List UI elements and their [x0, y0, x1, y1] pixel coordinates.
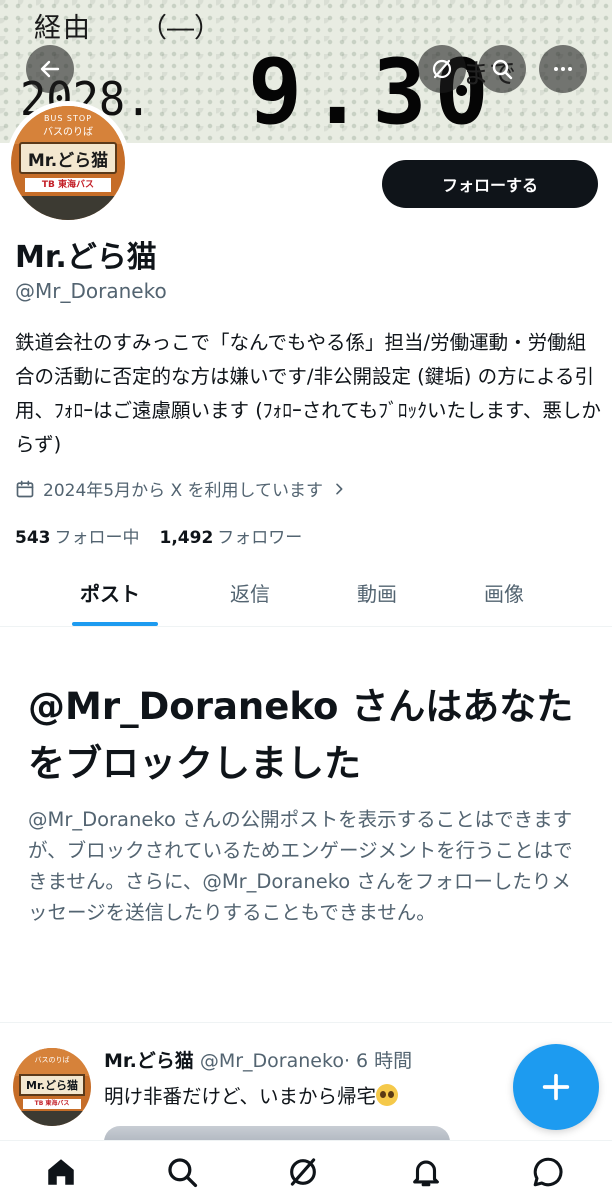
search-icon — [492, 59, 513, 80]
post-header: Mr.どら猫 @Mr_Doraneko· 6 時間 — [104, 1046, 504, 1073]
post-text-content: 明け非番だけど、いまから帰宅 — [104, 1085, 377, 1108]
following-count: 543 — [15, 528, 51, 548]
search-icon[interactable] — [165, 1155, 199, 1189]
avatar-image: BUS STOP バスのりば Mr.どら猫 TB 東海バス — [11, 106, 125, 220]
bottom-nav — [0, 1140, 612, 1200]
banner-route-value: （―） — [140, 13, 221, 44]
tab-posts[interactable]: ポスト — [80, 578, 140, 607]
avatar-background — [11, 196, 125, 220]
grok-icon[interactable] — [286, 1155, 320, 1189]
messages-icon[interactable] — [531, 1155, 565, 1189]
followers-label: フォロワー — [217, 528, 303, 548]
post-author-name[interactable]: Mr.どら猫 — [104, 1050, 194, 1072]
follow-button[interactable]: フォローする — [382, 160, 598, 208]
profile-name: Mr.どら猫 — [15, 240, 157, 275]
avatar-company: TB 東海バス — [25, 178, 111, 192]
arrow-left-icon — [40, 60, 60, 78]
chevron-right-icon — [336, 483, 343, 494]
followers-link[interactable]: 1,492 フォロワー — [160, 523, 303, 548]
home-icon[interactable] — [44, 1155, 78, 1189]
followers-count: 1,492 — [159, 528, 214, 548]
joined-date[interactable]: 2024年5月から X を利用しています — [15, 476, 347, 501]
avatar-sign-name: Mr.どら猫 — [19, 142, 117, 174]
search-button[interactable] — [478, 45, 526, 93]
profile-bio: 鉄道会社のすみっこで「なんでもやる係」担当/労働運動・労働組合の活動に否定的な方… — [15, 331, 601, 456]
post-avatar-background — [13, 1111, 91, 1126]
grok-button[interactable] — [418, 45, 466, 93]
post-avatar[interactable]: バスのりば Mr.どら猫 TB 東海バス — [13, 1048, 91, 1126]
pleading-face-icon — [376, 1084, 399, 1106]
tab-replies[interactable]: 返信 — [230, 578, 270, 607]
blocked-title: @Mr_Doraneko さんはあなたをブロックしました — [28, 685, 574, 785]
following-link[interactable]: 543 フォロー中 — [15, 523, 140, 548]
grok-icon — [432, 59, 452, 79]
follow-stats: 543 フォロー中 1,492 フォロワー — [15, 523, 302, 548]
calendar-icon — [16, 480, 34, 497]
compose-button[interactable] — [513, 1044, 599, 1130]
more-horizontal-icon — [554, 67, 572, 71]
more-button[interactable] — [539, 45, 587, 93]
tab-images[interactable]: 画像 — [484, 578, 524, 607]
following-label: フォロー中 — [54, 528, 140, 548]
post-text: 明け非番だけど、いまから帰宅 — [104, 1080, 399, 1109]
avatar-bus-stop-text: BUS STOP — [43, 114, 93, 123]
profile-handle: @Mr_Doraneko — [15, 279, 167, 303]
post-avatar-stop-jp: バスのりば — [13, 1048, 91, 1076]
back-button[interactable] — [26, 45, 74, 93]
blocked-description: @Mr_Doraneko さんの公開ポストを表示することはできますが、ブロックさ… — [28, 808, 573, 924]
banner-route-label: 経由 — [34, 13, 92, 44]
plus-icon — [542, 1073, 570, 1101]
profile-avatar[interactable]: BUS STOP バスのりば Mr.どら猫 TB 東海バス — [6, 101, 130, 225]
post-time: · 6 時間 — [343, 1050, 413, 1072]
divider — [0, 1022, 612, 1023]
avatar-stop-jp-text: バスのりば — [43, 127, 93, 138]
avatar-sign-top: BUS STOP バスのりば — [11, 106, 125, 144]
notifications-icon[interactable] — [409, 1155, 443, 1189]
post-avatar-sign-name: Mr.どら猫 — [19, 1074, 85, 1096]
post-avatar-company: TB 東海バス — [23, 1099, 81, 1109]
post-author-handle[interactable]: @Mr_Doraneko — [200, 1050, 344, 1072]
joined-text: 2024年5月から X を利用しています — [43, 481, 324, 501]
active-tab-indicator — [72, 622, 158, 626]
tab-videos[interactable]: 動画 — [357, 578, 397, 607]
profile-tabs: ポスト 返信 動画 画像 — [0, 560, 612, 627]
